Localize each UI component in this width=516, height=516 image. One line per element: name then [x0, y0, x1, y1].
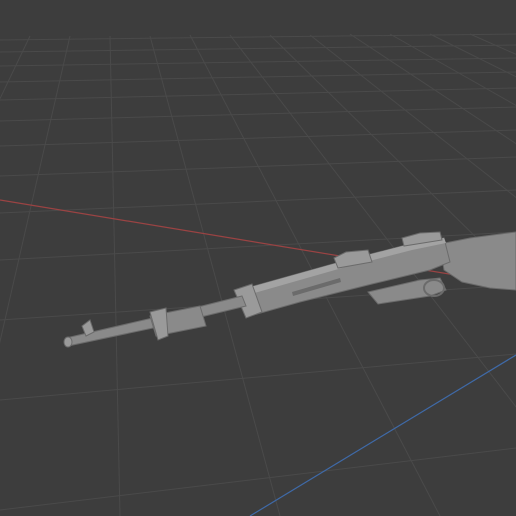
3d-viewport[interactable] — [0, 0, 516, 516]
rifle-muzzle — [63, 336, 73, 348]
